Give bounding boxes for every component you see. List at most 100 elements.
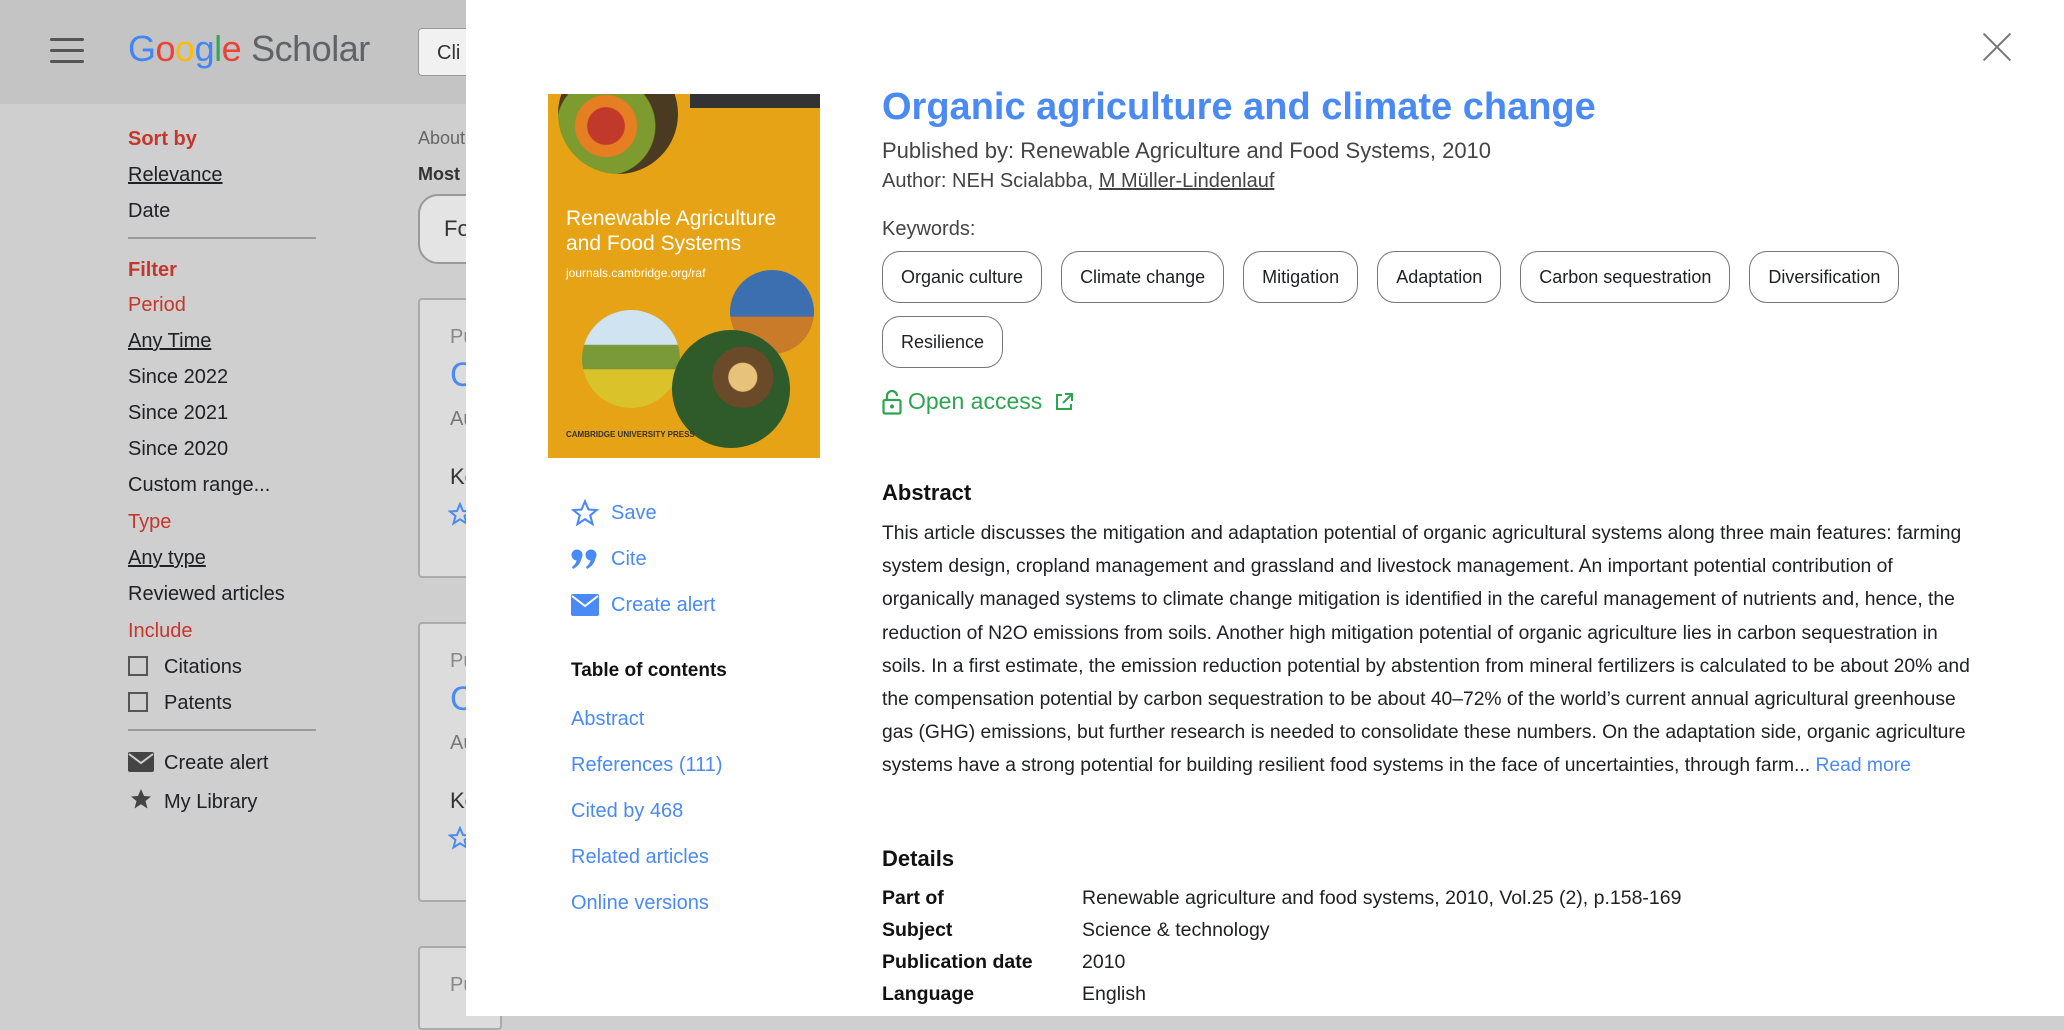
abstract-text: This article discusses the mitigation an… <box>882 517 1982 783</box>
period-since-2021[interactable]: Since 2021 <box>128 401 318 425</box>
keyword-chips: Organic culture Climate change Mitigatio… <box>882 251 1982 368</box>
cite-label: Cite <box>611 548 647 570</box>
include-patents[interactable]: Patents <box>128 691 318 715</box>
logo-letter: o <box>155 28 176 69</box>
type-any[interactable]: Any type <box>128 546 318 570</box>
logo-letter: e <box>221 28 242 69</box>
cover-top-bar <box>690 94 820 108</box>
create-alert-label: Create alert <box>611 594 716 616</box>
cite-button[interactable]: Cite <box>571 536 716 582</box>
keywords-label: Keywords: <box>882 218 976 240</box>
logo-letter: g <box>194 28 215 69</box>
article-actions: Save Cite Create alert <box>571 490 716 628</box>
save-button[interactable]: Save <box>571 490 716 536</box>
cover-journal-title: Renewable Agriculture and Food Systems <box>566 207 777 255</box>
cover-url: journals.cambridge.org/raf <box>566 266 706 280</box>
external-link-icon <box>1054 392 1074 412</box>
sidebar-my-library-label: My Library <box>164 791 258 813</box>
type-title: Type <box>128 511 172 533</box>
period-any-time[interactable]: Any Time <box>128 329 318 353</box>
details-row: Subject Science & technology <box>882 916 1681 948</box>
open-access-link[interactable]: Open access <box>882 388 1074 415</box>
details-value: Science & technology <box>1082 919 1270 941</box>
sort-by-title: Sort by <box>128 128 197 150</box>
toc-item-abstract[interactable]: Abstract <box>571 696 727 742</box>
keyword-chip[interactable]: Carbon sequestration <box>1520 251 1731 303</box>
period-since-2022[interactable]: Since 2022 <box>128 365 318 389</box>
keyword-chip[interactable]: Climate change <box>1061 251 1225 303</box>
filter-title: Filter <box>128 259 177 281</box>
include-citations[interactable]: Citations <box>128 655 318 679</box>
period-custom-range[interactable]: Custom range... <box>128 473 318 497</box>
details-key: Part of <box>882 887 944 909</box>
unlock-icon <box>882 389 902 415</box>
abstract-body: This article discusses the mitigation an… <box>882 523 1970 777</box>
sidebar-create-alert[interactable]: Create alert <box>128 751 318 775</box>
checkbox-label: Citations <box>164 656 242 678</box>
sort-relevance[interactable]: Relevance <box>128 163 318 187</box>
star-icon <box>128 787 154 816</box>
logo-letter: l <box>214 28 222 69</box>
read-more-link[interactable]: Read more <box>1815 755 1910 776</box>
create-alert-button[interactable]: Create alert <box>571 582 716 628</box>
abstract-heading: Abstract <box>882 480 972 505</box>
toc-item-references[interactable]: References (111) <box>571 742 727 788</box>
keyword-chip[interactable]: Diversification <box>1749 251 1900 303</box>
details-key: Publication date <box>882 951 1033 973</box>
details-value: Renewable agriculture and food systems, … <box>1082 887 1682 909</box>
cover-vegetables-image <box>558 94 678 174</box>
mail-icon <box>128 752 154 777</box>
filter-sidebar: Sort by Relevance Date Filter Period Any… <box>128 128 318 823</box>
details-row: Part of Renewable agriculture and food sy… <box>882 884 1681 916</box>
include-title: Include <box>128 620 193 642</box>
period-since-2020[interactable]: Since 2020 <box>128 437 318 461</box>
cover-field-image <box>582 310 680 408</box>
google-scholar-logo[interactable]: Google Scholar <box>128 28 370 70</box>
divider <box>128 237 316 239</box>
details-table: Part of Renewable agriculture and food sy… <box>882 884 1681 1012</box>
sidebar-create-alert-label: Create alert <box>164 752 269 774</box>
open-access-label: Open access <box>908 388 1043 414</box>
details-key: Language <box>882 983 975 1005</box>
logo-letter: o <box>175 28 195 69</box>
sort-date[interactable]: Date <box>128 199 318 223</box>
toc-title: Table of contents <box>571 660 727 681</box>
details-key: Subject <box>882 919 953 941</box>
sidebar-my-library[interactable]: My Library <box>128 787 318 813</box>
checkbox[interactable] <box>128 656 148 676</box>
article-title[interactable]: Organic agriculture and climate change <box>882 86 1596 129</box>
table-of-contents: Table of contents Abstract References (1… <box>571 660 727 926</box>
details-row: Language English <box>882 980 1681 1012</box>
toc-item-cited-by[interactable]: Cited by 468 <box>571 788 727 834</box>
keyword-chip[interactable]: Mitigation <box>1243 251 1359 303</box>
authors: Author: NEH Scialabba, M Müller-Lindenla… <box>882 170 1274 193</box>
close-icon[interactable] <box>1982 32 2012 62</box>
article-detail-modal: Renewable Agriculture and Food Systems j… <box>466 0 2064 1016</box>
details-heading: Details <box>882 846 955 871</box>
published-by: Published by: Renewable Agriculture and … <box>882 138 1492 163</box>
keyword-chip[interactable]: Resilience <box>882 316 1004 368</box>
details-value: English <box>1082 983 1146 1005</box>
logo-letter: G <box>128 28 156 69</box>
author-link[interactable]: M Müller-Lindenlauf <box>1099 170 1275 192</box>
journal-cover: Renewable Agriculture and Food Systems j… <box>548 94 820 458</box>
checkbox[interactable] <box>128 692 148 712</box>
menu-icon[interactable] <box>50 38 84 66</box>
keyword-chip[interactable]: Organic culture <box>882 251 1043 303</box>
keyword-chip[interactable]: Adaptation <box>1377 251 1502 303</box>
period-title: Period <box>128 294 186 316</box>
toc-item-related-articles[interactable]: Related articles <box>571 834 727 880</box>
details-value: 2010 <box>1082 951 1126 973</box>
checkbox-label: Patents <box>164 692 232 714</box>
mail-icon <box>571 594 611 616</box>
type-reviewed[interactable]: Reviewed articles <box>128 582 318 606</box>
save-label: Save <box>611 502 657 524</box>
most-recent-label: Most r <box>418 164 472 184</box>
divider <box>128 729 316 731</box>
toc-item-online-versions[interactable]: Online versions <box>571 880 727 926</box>
logo-scholar-text: Scholar <box>251 28 370 69</box>
quote-icon <box>571 548 611 570</box>
details-row: Publication date 2010 <box>882 948 1681 980</box>
author-prefix: Author: NEH Scialabba, <box>882 170 1099 192</box>
cover-publisher: CAMBRIDGE UNIVERSITY PRESS <box>566 430 695 439</box>
